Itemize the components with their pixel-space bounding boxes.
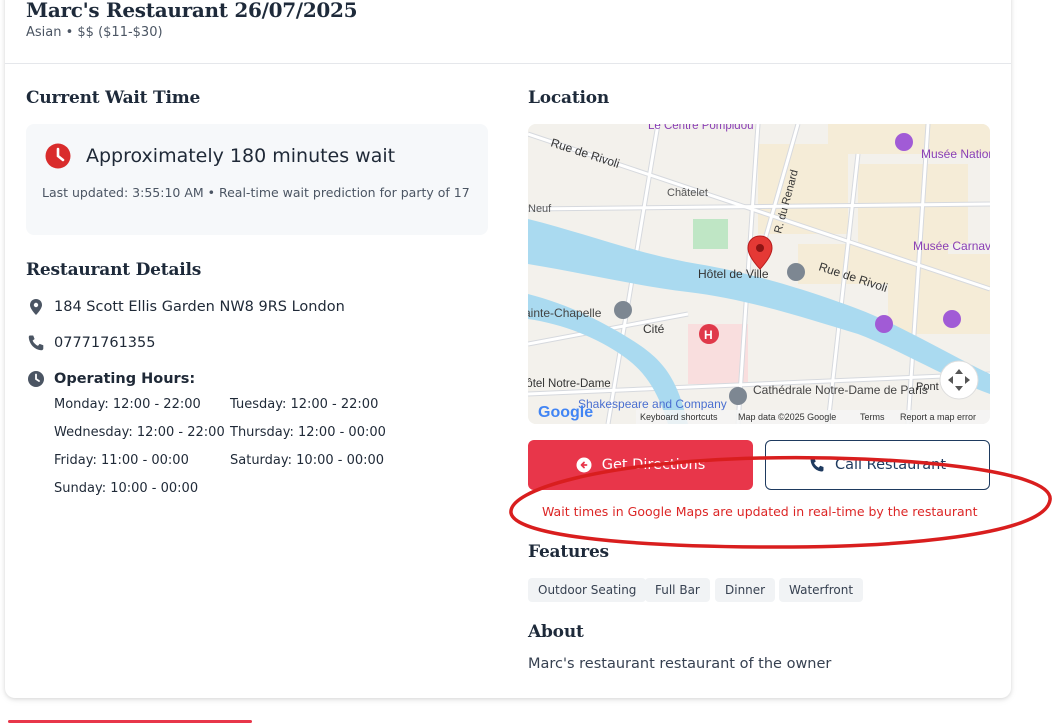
museum-icon-3 xyxy=(943,310,961,328)
wait-estimate: Approximately 180 minutes wait xyxy=(86,145,396,167)
map-label-sainte-chapelle: Sainte-Chapelle xyxy=(528,306,602,320)
features-heading: Features xyxy=(528,542,609,562)
map-label-hotel-de-ville: Hôtel de Ville xyxy=(698,267,769,281)
about-text: Marc's restaurant restaurant of the owne… xyxy=(528,656,832,672)
map-label-pont: Pont xyxy=(916,381,939,393)
feature-tag-outdoor-seating: Outdoor Seating xyxy=(528,578,647,602)
hours-wednesday: Wednesday: 12:00 - 22:00 xyxy=(54,425,225,440)
map-label-cathedrale: Cathédrale Notre-Dame de Paris xyxy=(753,383,928,397)
terms-link: Terms xyxy=(860,412,885,422)
details-heading: Restaurant Details xyxy=(26,260,202,280)
call-restaurant-label: Call Restaurant xyxy=(834,457,947,473)
map-label-musee-picasso: Musée National Picasso-Paris xyxy=(921,147,990,161)
get-directions-button[interactable]: Get Directions xyxy=(528,440,753,490)
cathedral-icon xyxy=(729,387,747,405)
hours-saturday: Saturday: 10:00 - 00:00 xyxy=(230,453,385,468)
phone-icon xyxy=(28,335,44,351)
location-heading: Location xyxy=(528,88,610,108)
page-title: Marc's Restaurant 26/07/2025 xyxy=(26,0,358,22)
hours-monday: Monday: 12:00 - 22:00 xyxy=(54,397,201,412)
wait-times-notice: Wait times in Google Maps are updated in… xyxy=(542,504,978,519)
clock-icon xyxy=(45,143,71,169)
keyboard-shortcuts-link: Keyboard shortcuts xyxy=(640,412,718,422)
wait-heading: Current Wait Time xyxy=(26,88,201,108)
map-data-attribution: Map data ©2025 Google xyxy=(738,412,836,422)
hours-friday: Friday: 11:00 - 00:00 xyxy=(54,453,189,468)
feature-tag-full-bar: Full Bar xyxy=(645,578,710,602)
hours-clock-icon xyxy=(28,371,44,387)
hours-tuesday: Tuesday: 12:00 - 22:00 xyxy=(230,397,379,412)
map-label-neuf: Neuf xyxy=(528,203,552,215)
get-directions-label: Get Directions xyxy=(601,457,706,473)
museum-icon-2 xyxy=(875,315,893,333)
map-label-centre-pompidou: Le Centre Pompidou xyxy=(648,124,753,132)
report-error-link: Report a map error xyxy=(900,412,976,422)
cuisine-price-subtitle: Asian • $$ ($11-$30) xyxy=(26,25,163,40)
wait-time-panel: Approximately 180 minutes wait Last upda… xyxy=(26,124,488,235)
hours-sunday: Sunday: 10:00 - 00:00 xyxy=(54,481,199,496)
hours-thursday: Thursday: 12:00 - 00:00 xyxy=(230,425,386,440)
call-restaurant-button[interactable]: Call Restaurant xyxy=(765,440,990,490)
phone-call-icon xyxy=(810,458,824,472)
church-icon xyxy=(614,301,632,319)
operating-hours-label: Operating Hours: xyxy=(54,371,196,387)
svg-text:H: H xyxy=(704,328,713,342)
directions-arrow-icon xyxy=(576,457,592,473)
wait-updated-text: Last updated: 3:55:10 AM • Real-time wai… xyxy=(42,185,470,200)
map-label-shakespeare: Shakespeare and Company xyxy=(578,397,727,411)
map-camera-control-icon xyxy=(939,360,979,400)
museum-icon xyxy=(895,133,913,151)
landmark-icon xyxy=(787,263,805,281)
phone-number[interactable]: 07771761355 xyxy=(54,335,155,351)
google-logo: Google xyxy=(538,404,593,421)
map-label-chatelet: Châtelet xyxy=(667,187,708,199)
address-text: 184 Scott Ellis Garden NW8 9RS London xyxy=(54,299,345,315)
feature-tag-dinner: Dinner xyxy=(715,578,776,602)
location-pin-icon xyxy=(30,299,42,315)
map-label-musee-carnavalet: Musée Carnavalet - Histoire de Paris xyxy=(913,239,990,253)
header-divider xyxy=(5,63,1011,64)
map-label-cite: Cité xyxy=(643,322,665,336)
map-label-notre-dame-station: Hôtel Notre-Dame xyxy=(528,378,611,390)
about-heading: About xyxy=(528,622,584,642)
google-map[interactable]: Le Centre Pompidou Rue de Rivoli Châtele… xyxy=(528,124,990,424)
feature-tag-waterfront: Waterfront xyxy=(779,578,864,602)
